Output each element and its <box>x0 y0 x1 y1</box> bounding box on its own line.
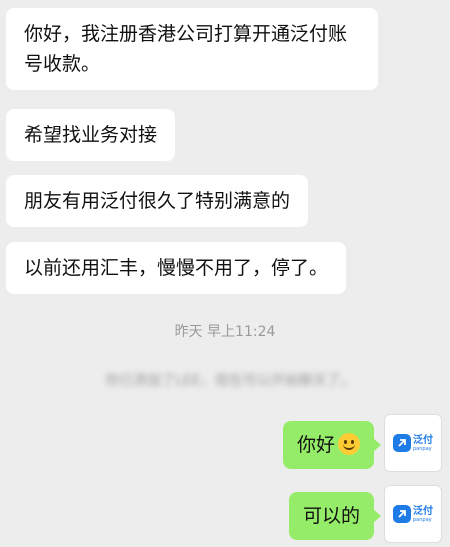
avatar-brand: 泛付 panpay <box>413 506 433 523</box>
sender-avatar[interactable]: 泛付 panpay <box>384 414 442 472</box>
message-text: 以前还用汇丰，慢慢不用了，停了。 <box>24 257 329 279</box>
avatar-brand-en: panpay <box>413 445 432 452</box>
message-timestamp: 昨天 早上11:24 <box>174 324 276 340</box>
message-text: 朋友有用泛付很久了特别满意的 <box>24 190 291 212</box>
message-text: 你好，我注册香港公司打算开通泛付账号收款。 <box>24 23 348 75</box>
panpay-logo-icon <box>393 505 411 523</box>
incoming-message-3[interactable]: 朋友有用泛付很久了特别满意的 <box>6 175 309 227</box>
message-text: 可以的 <box>302 505 360 527</box>
avatar-brand: 泛付 panpay <box>413 435 433 452</box>
incoming-message-1[interactable]: 你好，我注册香港公司打算开通泛付账号收款。 <box>6 8 378 90</box>
incoming-message-4[interactable]: 以前还用汇丰，慢慢不用了，停了。 <box>6 242 347 294</box>
outgoing-message-2[interactable]: 可以的 <box>288 492 382 540</box>
smiling-face-icon <box>338 433 360 455</box>
sender-avatar[interactable]: 泛付 panpay <box>384 485 442 543</box>
system-notice: 你已添加了LEE，现在可以开始聊天了。 <box>105 373 355 389</box>
outgoing-message-1[interactable]: 你好 <box>282 421 382 469</box>
incoming-message-2[interactable]: 希望找业务对接 <box>6 109 176 161</box>
avatar-brand-en: panpay <box>413 516 432 523</box>
message-text: 你好 <box>296 434 335 456</box>
avatar-brand-cn: 泛付 <box>413 434 433 446</box>
avatar-brand-cn: 泛付 <box>413 505 433 517</box>
panpay-logo-icon <box>393 434 411 452</box>
message-text: 希望找业务对接 <box>24 124 158 146</box>
